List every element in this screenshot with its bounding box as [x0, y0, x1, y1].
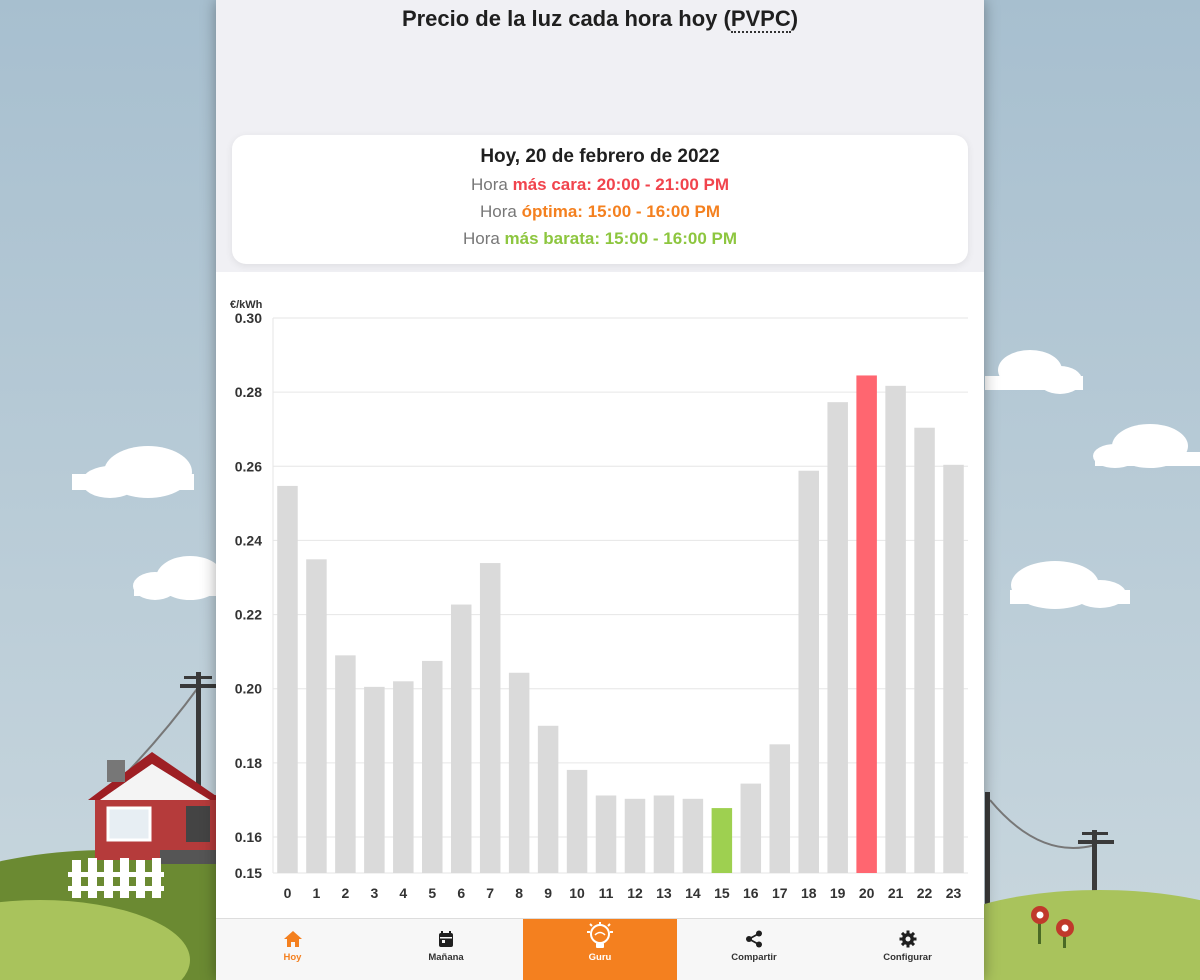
bar-hour-5 — [422, 660, 443, 873]
x-tick-label: 19 — [830, 885, 846, 901]
bar-hour-20 — [856, 375, 877, 873]
summary-row-optimal: Hora óptima: 15:00 - 16:00 PM — [232, 202, 968, 222]
nav-label: Compartir — [731, 952, 777, 963]
title-suffix: ) — [790, 6, 799, 31]
bar-hour-3 — [364, 686, 385, 873]
x-tick-label: 13 — [656, 885, 672, 901]
row-value: 20:00 - 21:00 PM — [596, 175, 729, 194]
x-tick-label: 5 — [428, 885, 436, 901]
lightbulb-icon — [587, 922, 613, 948]
nav-item-guru[interactable]: Guru — [523, 919, 677, 980]
summary-row-expensive: Hora más cara: 20:00 - 21:00 PM — [232, 175, 968, 195]
bar-hour-4 — [393, 681, 414, 873]
row-prefix: Hora — [480, 202, 522, 221]
bar-hour-6 — [450, 604, 472, 873]
x-tick-label: 18 — [801, 885, 817, 901]
main-panel: Precio de la luz cada hora hoy (PVPC) Ho… — [216, 0, 984, 980]
pvpc-abbr[interactable]: PVPC — [730, 6, 791, 33]
share-icon — [746, 930, 762, 948]
y-tick-label: 0.20 — [235, 681, 262, 697]
bar-hour-2 — [335, 655, 356, 873]
bar-hour-16 — [740, 783, 762, 873]
price-chart: €/kWh0.150.160.180.200.220.240.260.280.3… — [230, 299, 968, 901]
y-tick-label: 0.24 — [235, 532, 262, 548]
bar-hour-22 — [914, 427, 935, 873]
nav-item-configurar[interactable]: Configurar — [831, 919, 984, 980]
bar-hour-7 — [479, 563, 501, 873]
nav-label: Hoy — [283, 952, 302, 963]
x-tick-label: 14 — [685, 885, 701, 901]
summary-date: Hoy, 20 de febrero de 2022 — [480, 146, 720, 167]
x-tick-label: 11 — [599, 885, 614, 901]
bar-hour-15 — [711, 808, 733, 873]
bar-hour-19 — [827, 402, 848, 873]
x-tick-label: 9 — [544, 885, 552, 901]
title-prefix: Precio de la luz cada hora hoy ( — [401, 6, 731, 31]
x-tick-label: 3 — [370, 885, 378, 901]
bar-hour-10 — [566, 769, 588, 873]
y-tick-label: 0.16 — [235, 829, 262, 845]
y-tick-label: 0.26 — [235, 458, 262, 474]
x-tick-label: 17 — [772, 885, 788, 901]
bar-hour-23 — [943, 464, 964, 873]
gear-icon — [899, 930, 916, 948]
row-prefix: Hora — [462, 229, 505, 248]
x-tick-label: 1 — [313, 885, 321, 901]
x-tick-label: 4 — [399, 885, 407, 901]
x-tick-label: 15 — [714, 885, 730, 901]
row-label: óptima: — [521, 202, 583, 221]
bar-hour-9 — [537, 725, 559, 873]
bar-hour-0 — [277, 485, 298, 873]
x-tick-label: 21 — [888, 885, 904, 901]
home-icon — [283, 931, 302, 947]
nav-label: Configurar — [883, 952, 932, 963]
x-tick-label: 20 — [859, 885, 875, 901]
nav-item-compartir[interactable]: Compartir — [677, 919, 831, 980]
calendar-icon — [439, 931, 453, 947]
price-summary-card: Hoy, 20 de febrero de 2022 Hora más cara… — [232, 135, 968, 264]
row-label: más barata: — [504, 229, 600, 248]
row-value: 15:00 - 16:00 PM — [587, 202, 720, 221]
x-tick-label: 8 — [515, 885, 523, 901]
x-tick-label: 10 — [569, 885, 585, 901]
row-prefix: Hora — [471, 175, 513, 194]
bar-hour-1 — [306, 559, 327, 873]
x-tick-label: 16 — [743, 885, 759, 901]
bar-hour-8 — [508, 672, 530, 873]
x-tick-label: 22 — [917, 885, 933, 901]
bar-hour-18 — [798, 470, 819, 873]
nav-label: Guru — [588, 952, 612, 963]
x-tick-label: 23 — [946, 885, 962, 901]
row-value: 15:00 - 16:00 PM — [604, 229, 738, 248]
summary-row-cheap: Hora más barata: 15:00 - 16:00 PM — [232, 229, 968, 249]
bar-hour-11 — [595, 795, 617, 873]
x-tick-label: 0 — [284, 885, 292, 901]
x-tick-label: 2 — [341, 885, 349, 901]
nav-item-hoy[interactable]: Hoy — [216, 919, 369, 980]
x-tick-label: 12 — [627, 885, 643, 901]
page-title: Precio de la luz cada hora hoy (PVPC) — [216, 6, 984, 33]
bar-hour-17 — [769, 744, 791, 873]
nav-item-manana[interactable]: Mañana — [369, 919, 523, 980]
y-tick-label: 0.22 — [235, 607, 262, 623]
y-tick-label: 0.28 — [235, 384, 262, 400]
bar-hour-12 — [624, 798, 646, 873]
x-tick-label: 7 — [486, 885, 494, 901]
bar-hour-13 — [653, 795, 675, 873]
price-chart-card: €/kWh 0.15 0.16 0.18 0.20 0.22 0.24 0.26 0.28 0.3… — [216, 272, 984, 918]
row-label: más cara: — [512, 175, 592, 194]
y-tick-label: 0.30 — [235, 310, 262, 326]
x-tick-label: 6 — [457, 885, 465, 901]
bar-hour-21 — [885, 385, 906, 873]
nav-label: Mañana — [428, 952, 464, 963]
bar-hour-14 — [682, 798, 704, 873]
y-tick-label: 0.15 — [235, 865, 262, 881]
y-tick-label: 0.18 — [235, 755, 262, 771]
bottom-nav: Hoy Mañana Guru Compartir Configurar — [216, 918, 984, 980]
